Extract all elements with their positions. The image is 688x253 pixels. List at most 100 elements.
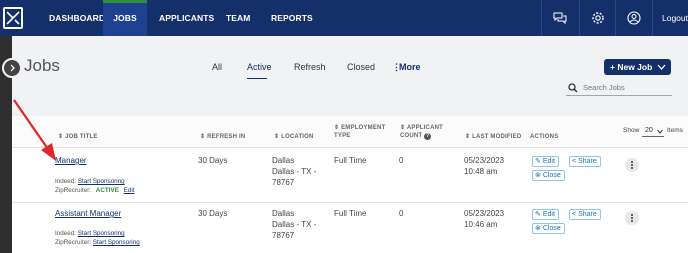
page-title: Jobs xyxy=(24,56,60,75)
search-icon xyxy=(568,83,578,93)
chat-icon[interactable] xyxy=(541,0,577,36)
share-icon: < xyxy=(572,211,577,218)
new-job-button[interactable]: + New Job xyxy=(604,59,671,75)
tab-all[interactable]: All xyxy=(212,62,222,72)
edit-label: Edit xyxy=(542,158,555,165)
modified-time: 10:48 am xyxy=(464,167,498,176)
search-input[interactable] xyxy=(583,81,669,94)
location-cell: Dallas Dallas - TX - 78767 xyxy=(272,208,316,241)
tab-closed[interactable]: Closed xyxy=(347,62,375,72)
location-city: Dallas xyxy=(272,209,295,218)
ziprecruiter-status-badge: ACTIVE xyxy=(95,187,119,194)
row-menu-button[interactable] xyxy=(625,211,639,225)
ziprecruiter-label: ZipRecruiter: xyxy=(55,239,92,246)
chevron-down-icon xyxy=(657,129,663,134)
logo-icon xyxy=(3,7,23,29)
nav-jobs[interactable]: JOBS xyxy=(103,0,147,36)
col-job-title[interactable]: ⇕ JOB TITLE xyxy=(58,133,98,141)
top-navigation-bar: DASHBOARD JOBS APPLICANTS TEAM REPORTS L… xyxy=(0,0,688,36)
col-location[interactable]: ⇕ LOCATION xyxy=(274,133,314,141)
edit-button[interactable]: ✎ Edit xyxy=(532,209,559,220)
job-title-link[interactable]: Assistant Manager xyxy=(55,209,121,218)
tab-more[interactable]: More xyxy=(399,62,421,72)
modified-date: 05/23/2023 xyxy=(464,209,505,218)
modified-time: 10:46 am xyxy=(464,220,498,229)
close-label: Close xyxy=(542,172,561,179)
page-size-select[interactable]: 20 xyxy=(642,125,664,137)
indeed-line: Indeed: Start Sponsoring xyxy=(55,178,125,185)
pencil-icon: ✎ xyxy=(535,158,541,165)
nav-reports[interactable]: REPORTS xyxy=(271,0,313,36)
close-circle-icon: ⊗ xyxy=(535,172,541,179)
count-cell: 0 xyxy=(399,209,404,218)
share-button[interactable]: < Share xyxy=(569,209,601,220)
ziprecruiter-line: ZipRecruiter: Start Sponsoring xyxy=(55,239,140,246)
edit-button[interactable]: ✎ Edit xyxy=(532,156,559,167)
location-state: Dallas - TX - xyxy=(272,167,317,176)
tab-refresh[interactable]: Refresh xyxy=(294,62,326,72)
chevron-down-icon xyxy=(657,64,666,70)
ziprecruiter-edit-link[interactable]: Edit xyxy=(124,187,135,194)
pencil-icon: ✎ xyxy=(535,211,541,218)
nav-team[interactable]: TEAM xyxy=(226,0,250,36)
user-icon[interactable] xyxy=(615,0,651,36)
refresh-cell: 30 Days xyxy=(198,156,228,165)
nav-applicants[interactable]: APPLICANTS xyxy=(159,0,214,36)
share-button[interactable]: < Share xyxy=(569,156,601,167)
chevron-right-icon xyxy=(10,64,15,72)
indeed-start-sponsoring-link[interactable]: Start Sponsoring xyxy=(78,178,125,185)
location-state: Dallas - TX - xyxy=(272,220,317,229)
share-icon: < xyxy=(572,158,577,165)
indeed-label: Indeed: xyxy=(55,230,77,237)
share-label: Share xyxy=(578,211,597,218)
ziprecruiter-line: ZipRecruiter: ACTIVE Edit xyxy=(55,187,135,194)
jobs-table: ⇕ JOB TITLE ⇕ REFRESH IN ⇕ LOCATION ⇕ EM… xyxy=(12,116,688,253)
col-actions: ACTIONS xyxy=(530,134,559,140)
type-cell: Full Time xyxy=(334,209,367,218)
row-divider xyxy=(12,202,688,203)
share-label: Share xyxy=(578,158,597,165)
col-employment-type-line2: TYPE xyxy=(334,133,351,139)
location-zip: 78767 xyxy=(272,178,295,187)
count-cell: 0 xyxy=(399,156,404,165)
gear-icon[interactable] xyxy=(579,0,615,36)
modified-cell: 05/23/2023 10:48 am xyxy=(464,155,504,177)
modified-date: 05/23/2023 xyxy=(464,156,505,165)
indeed-start-sponsoring-link[interactable]: Start Sponsoring xyxy=(78,230,125,237)
close-circle-icon: ⊗ xyxy=(535,225,541,232)
active-tab-indicator xyxy=(247,78,267,79)
nav-dashboard[interactable]: DASHBOARD xyxy=(49,0,105,36)
search-box xyxy=(566,80,672,96)
page-size-value: 20 xyxy=(645,127,653,134)
tab-active[interactable]: Active xyxy=(247,62,272,72)
close-label: Close xyxy=(542,225,561,232)
col-employment-type[interactable]: ⇕ EMPLOYMENT TYPE xyxy=(334,124,385,140)
row-menu-button[interactable] xyxy=(625,158,639,172)
help-icon[interactable]: ? xyxy=(424,133,432,140)
type-cell: Full Time xyxy=(334,156,367,165)
col-applicant-count-line2: COUNT xyxy=(400,133,423,139)
location-city: Dallas xyxy=(272,156,295,165)
refresh-cell: 30 Days xyxy=(198,209,228,218)
close-button[interactable]: ⊗ Close xyxy=(532,170,565,181)
col-applicant-count-line1: ⇕ APPLICANT xyxy=(400,125,444,131)
ziprecruiter-start-sponsoring-link[interactable]: Start Sponsoring xyxy=(93,239,140,246)
location-cell: Dallas Dallas - TX - 78767 xyxy=(272,155,316,188)
logout-link[interactable]: Logout xyxy=(652,0,688,36)
expand-sidebar-button[interactable] xyxy=(2,58,22,78)
modified-cell: 05/23/2023 10:46 am xyxy=(464,208,504,230)
indeed-label: Indeed: xyxy=(55,178,77,185)
table-header: ⇕ JOB TITLE ⇕ REFRESH IN ⇕ LOCATION ⇕ EM… xyxy=(12,116,688,148)
edit-label: Edit xyxy=(542,211,555,218)
close-button[interactable]: ⊗ Close xyxy=(532,223,565,234)
location-zip: 78767 xyxy=(272,231,295,240)
col-last-modified[interactable]: ⇕ LAST MODIFIED xyxy=(465,133,521,141)
job-title-link[interactable]: Manager xyxy=(55,156,87,165)
col-applicant-count[interactable]: ⇕ APPLICANT COUNT ? xyxy=(400,124,443,140)
col-employment-type-line1: ⇕ EMPLOYMENT xyxy=(334,125,386,131)
indeed-line: Indeed: Start Sponsoring xyxy=(55,230,125,237)
col-refresh-in[interactable]: ⇕ REFRESH IN xyxy=(200,133,245,141)
new-job-label: + New Job xyxy=(610,62,653,72)
app-logo[interactable] xyxy=(0,0,30,36)
ziprecruiter-label: ZipRecruiter: xyxy=(55,187,92,194)
